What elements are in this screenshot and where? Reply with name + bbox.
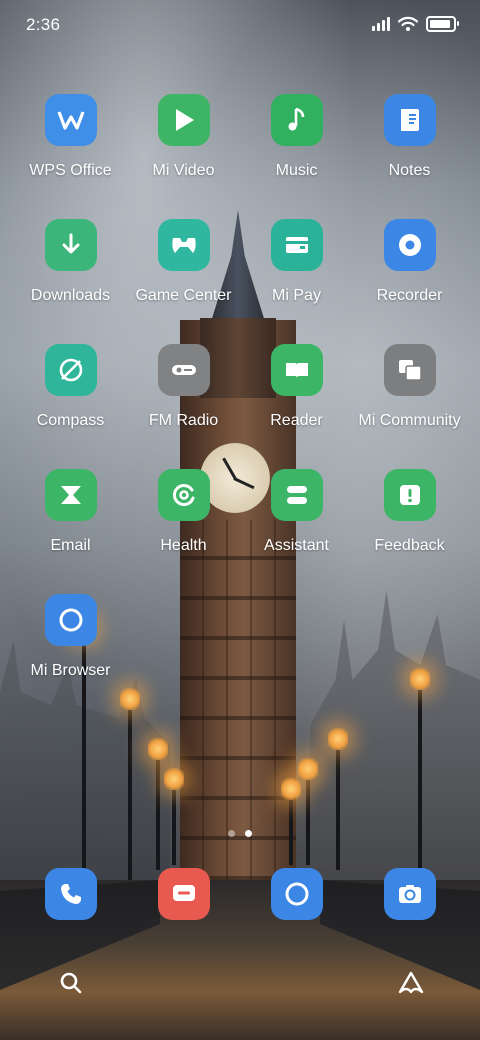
app-label: Game Center	[135, 287, 232, 304]
notes-icon	[383, 94, 436, 146]
community-icon	[383, 344, 436, 396]
home-screen: 2:36 WPS Office Mi Video Music Notes Dow…	[0, 0, 480, 1040]
page-indicator[interactable]	[0, 830, 480, 837]
wallpaper-lamp	[328, 728, 348, 870]
gamepad-icon	[157, 219, 210, 271]
feedback-icon	[383, 469, 436, 521]
app-label: Recorder	[376, 287, 443, 304]
app-mi-community[interactable]: Mi Community	[353, 344, 466, 430]
status-time: 2:36	[26, 15, 61, 34]
app-label: Mi Browser	[30, 662, 111, 679]
camera-icon	[399, 885, 421, 903]
app-label: Health	[160, 537, 207, 554]
email-icon	[44, 469, 97, 521]
wallpaper-tower-details	[180, 520, 296, 900]
app-reader[interactable]: Reader	[240, 344, 353, 430]
app-compass[interactable]: Compass	[14, 344, 127, 430]
app-recorder[interactable]: Recorder	[353, 219, 466, 305]
dock-browser[interactable]	[271, 868, 323, 920]
record-icon	[383, 219, 436, 271]
app-label: WPS Office	[29, 162, 112, 179]
status-bar: 2:36	[0, 0, 480, 50]
app-label: Downloads	[30, 287, 111, 304]
app-email[interactable]: Email	[14, 469, 127, 555]
wallet-icon	[270, 219, 323, 271]
app-label: Music	[275, 162, 318, 179]
app-fm-radio[interactable]: FM Radio	[127, 344, 240, 430]
status-icons	[372, 16, 459, 32]
radio-icon	[157, 344, 210, 396]
browser-icon	[285, 882, 309, 906]
dock-phone[interactable]	[45, 868, 97, 920]
wallpaper-lamp	[120, 688, 140, 880]
wallpaper-lamp	[164, 768, 184, 865]
app-wps-office[interactable]: WPS Office	[14, 94, 127, 180]
app-music[interactable]: Music	[240, 94, 353, 180]
app-label: Mi Video	[152, 162, 215, 179]
compass-icon	[44, 344, 97, 396]
search-icon[interactable]	[56, 968, 86, 998]
app-health[interactable]: Health	[127, 469, 240, 555]
app-label: Email	[50, 537, 91, 554]
message-icon	[173, 885, 195, 901]
app-mi-browser[interactable]: Mi Browser	[14, 594, 127, 680]
music-note-icon	[270, 94, 323, 146]
wallpaper-lamp	[148, 738, 168, 870]
health-icon	[157, 469, 210, 521]
wps-office-icon	[44, 94, 97, 146]
app-label: Notes	[388, 162, 431, 179]
app-feedback[interactable]: Feedback	[353, 469, 466, 555]
page-dot-active[interactable]	[245, 830, 252, 837]
download-arrow-icon	[44, 219, 97, 271]
app-label: FM Radio	[148, 412, 219, 429]
dock-camera[interactable]	[384, 868, 436, 920]
app-downloads[interactable]: Downloads	[14, 219, 127, 305]
app-label: Mi Pay	[272, 287, 321, 304]
phone-icon	[61, 884, 81, 904]
app-vault-icon[interactable]	[396, 968, 426, 998]
signal-icon	[372, 17, 390, 31]
battery-icon	[426, 16, 459, 32]
book-icon	[270, 344, 323, 396]
wallpaper-lamp	[298, 758, 318, 865]
app-label: Assistant	[264, 537, 329, 554]
app-label: Compass	[36, 412, 105, 429]
app-game-center[interactable]: Game Center	[127, 219, 240, 305]
dock-messages[interactable]	[158, 868, 210, 920]
app-label: Mi Community	[358, 412, 461, 429]
app-assistant[interactable]: Assistant	[240, 469, 353, 555]
app-label: Reader	[270, 412, 323, 429]
browser-icon	[44, 594, 97, 646]
wallpaper-lamp	[410, 668, 430, 870]
app-mi-video[interactable]: Mi Video	[127, 94, 240, 180]
wifi-icon	[398, 16, 418, 31]
page-dot[interactable]	[228, 830, 235, 837]
app-label: Feedback	[374, 537, 445, 554]
app-mi-pay[interactable]: Mi Pay	[240, 219, 353, 305]
assistant-icon	[270, 469, 323, 521]
app-notes[interactable]: Notes	[353, 94, 466, 180]
play-icon	[157, 94, 210, 146]
